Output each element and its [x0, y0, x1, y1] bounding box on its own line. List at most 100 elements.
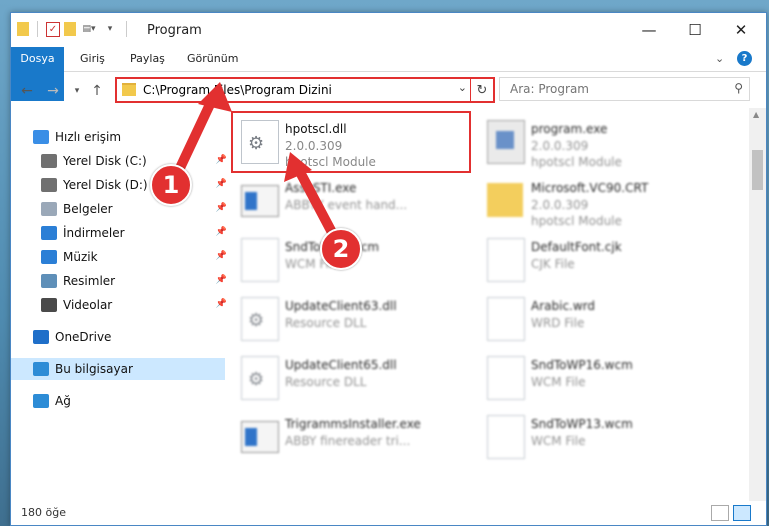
file-detail: CJK File [531, 257, 575, 271]
file-item[interactable]: program.exe 2.0.0.309 hpotscl Module [483, 114, 723, 169]
sidebar-item-label: İndirmeler [63, 226, 125, 240]
folder-icon [122, 83, 136, 96]
file-name: program.exe [531, 122, 608, 136]
minimize-icon: — [641, 21, 657, 39]
drive-icon [41, 154, 57, 168]
sidebar-item[interactable]: Belgeler 📌 [11, 198, 233, 220]
network-icon [33, 394, 49, 408]
sidebar-item-label: Müzik [63, 250, 98, 264]
file-item[interactable]: AssySTI.exe ABBYY event hand... [237, 173, 477, 227]
search-box[interactable]: ⚲ [499, 77, 750, 101]
documents-icon [41, 202, 57, 216]
customize-toolbar-icon[interactable]: ▤▾ [80, 21, 98, 37]
close-button[interactable]: ✕ [718, 13, 764, 47]
toolbar-separator [126, 21, 127, 37]
ribbon-expand-icon[interactable]: ⌄ [715, 47, 724, 71]
file-detail: 2.0.0.309 [531, 139, 589, 153]
quick-access-toolbar: ✓ ▤▾ ▾ [17, 21, 131, 37]
sidebar-item[interactable]: Müzik 📌 [11, 246, 233, 268]
search-icon[interactable]: ⚲ [734, 81, 743, 95]
address-bar[interactable]: ⌄ ↻ [115, 77, 495, 103]
navigation-bar: ← → ▾ ↑ ⌄ ↻ ⚲ [11, 72, 766, 108]
up-arrow-icon[interactable]: ↑ [87, 81, 107, 101]
file-item[interactable]: TrigrammsInstaller.exe ABBY finereader tr… [237, 409, 477, 463]
file-detail: ABBY finereader tri... [285, 434, 411, 448]
document-icon [487, 297, 525, 341]
sidebar-item-label: Bu bilgisayar [55, 362, 133, 376]
music-icon [41, 250, 57, 264]
forward-arrow-icon[interactable]: → [43, 81, 63, 101]
document-icon [241, 238, 279, 282]
sidebar-item[interactable]: Yerel Disk (D:) 📌 [11, 174, 233, 196]
sidebar-item[interactable]: İndirmeler 📌 [11, 222, 233, 244]
file-name: UpdateClient65.dll [285, 358, 397, 372]
folder-icon [487, 183, 523, 217]
sidebar-item[interactable]: Videolar 📌 [11, 294, 233, 316]
close-icon: ✕ [734, 21, 748, 39]
drive-icon [41, 178, 57, 192]
help-icon[interactable]: ? [737, 51, 752, 66]
vertical-scrollbar[interactable]: ▲ [749, 108, 766, 501]
toolbar-separator [37, 21, 38, 37]
large-icons-view-icon[interactable] [733, 505, 751, 521]
file-item[interactable]: Arabic.wrd WRD File [483, 291, 723, 345]
sidebar-item-label: Ağ [55, 394, 71, 408]
callout-badge-2: 2 [320, 228, 362, 270]
file-item[interactable]: ⚙ UpdateClient65.dll Resource DLL [237, 350, 477, 404]
file-name: SndToWP13.wcm [531, 417, 633, 431]
file-item[interactable]: SndToWP16.wcm WCM File [483, 350, 723, 404]
recent-locations-icon[interactable]: ▾ [67, 81, 87, 101]
file-item[interactable]: SndToWP13.wcm WCM File [483, 409, 723, 463]
sidebar-item[interactable]: Bu bilgisayar [11, 358, 225, 380]
file-item[interactable]: ⚙ UpdateClient63.dll Resource DLL [237, 291, 477, 345]
file-detail: WCM File [531, 375, 586, 389]
file-item[interactable]: Microsoft.VC90.CRT 2.0.0.309 hpotscl Modul… [483, 173, 723, 228]
status-bar: 180 öğe [11, 501, 766, 525]
videos-icon [41, 298, 57, 312]
file-list: ⚙ hpotscl.dll 2.0.0.309 hpotscl Module progr… [217, 108, 739, 501]
app-window-icon [241, 185, 279, 217]
file-name: UpdateClient63.dll [285, 299, 397, 313]
new-folder-icon[interactable] [64, 22, 76, 36]
sidebar-item[interactable]: Yerel Disk (C:) 📌 [11, 150, 233, 172]
file-name: SndToWP16.wcm [531, 358, 633, 372]
sidebar-item[interactable]: OneDrive [11, 326, 225, 348]
sidebar-item-label: Videolar [63, 298, 113, 312]
document-icon [487, 415, 525, 459]
exe-icon [487, 120, 525, 164]
file-detail: Resource DLL [285, 375, 367, 389]
file-item[interactable]: DefaultFont.cjk CJK File [483, 232, 723, 286]
chevron-down-icon[interactable]: ⌄ [458, 81, 467, 94]
dll-gear-icon: ⚙ [241, 356, 279, 400]
address-input[interactable] [141, 81, 455, 99]
pictures-icon [41, 274, 57, 288]
file-explorer-window: ✓ ▤▾ ▾ Program — ☐ ✕ Dosya Giriş Paylaş … [10, 12, 767, 526]
sidebar-item-label: OneDrive [55, 330, 112, 344]
sidebar-item[interactable]: Ağ [11, 390, 225, 412]
scroll-up-icon[interactable]: ▲ [753, 110, 759, 119]
scrollbar-thumb[interactable] [752, 150, 763, 190]
file-description: hpotscl Module [531, 214, 622, 228]
file-detail: WRD File [531, 316, 585, 330]
file-detail: WCM File [531, 434, 586, 448]
file-item[interactable]: ⚙ hpotscl.dll 2.0.0.309 hpotscl Module [231, 111, 477, 173]
search-input[interactable] [508, 81, 712, 97]
maximize-button[interactable]: ☐ [672, 13, 718, 47]
sidebar-item-label: Yerel Disk (D:) [63, 178, 148, 192]
tab-home[interactable]: Giriş [80, 47, 105, 71]
tab-view[interactable]: Görünüm [187, 47, 238, 71]
file-name: DefaultFont.cjk [531, 240, 622, 254]
sidebar-item[interactable]: Hızlı erişim [11, 126, 225, 148]
toolbar-dropdown-icon[interactable]: ▾ [102, 21, 118, 37]
maximize-icon: ☐ [688, 21, 702, 39]
refresh-icon[interactable]: ↻ [470, 79, 493, 101]
sidebar-item[interactable]: Resimler 📌 [11, 270, 233, 292]
title-bar: ✓ ▤▾ ▾ Program — ☐ ✕ [11, 13, 766, 47]
back-arrow-icon[interactable]: ← [17, 81, 37, 101]
details-view-icon[interactable] [711, 505, 729, 521]
minimize-button[interactable]: — [626, 13, 672, 47]
file-name: Arabic.wrd [531, 299, 596, 313]
tab-share[interactable]: Paylaş [130, 47, 165, 71]
properties-check-icon[interactable]: ✓ [46, 21, 60, 37]
sidebar-item-label: Yerel Disk (C:) [63, 154, 147, 168]
